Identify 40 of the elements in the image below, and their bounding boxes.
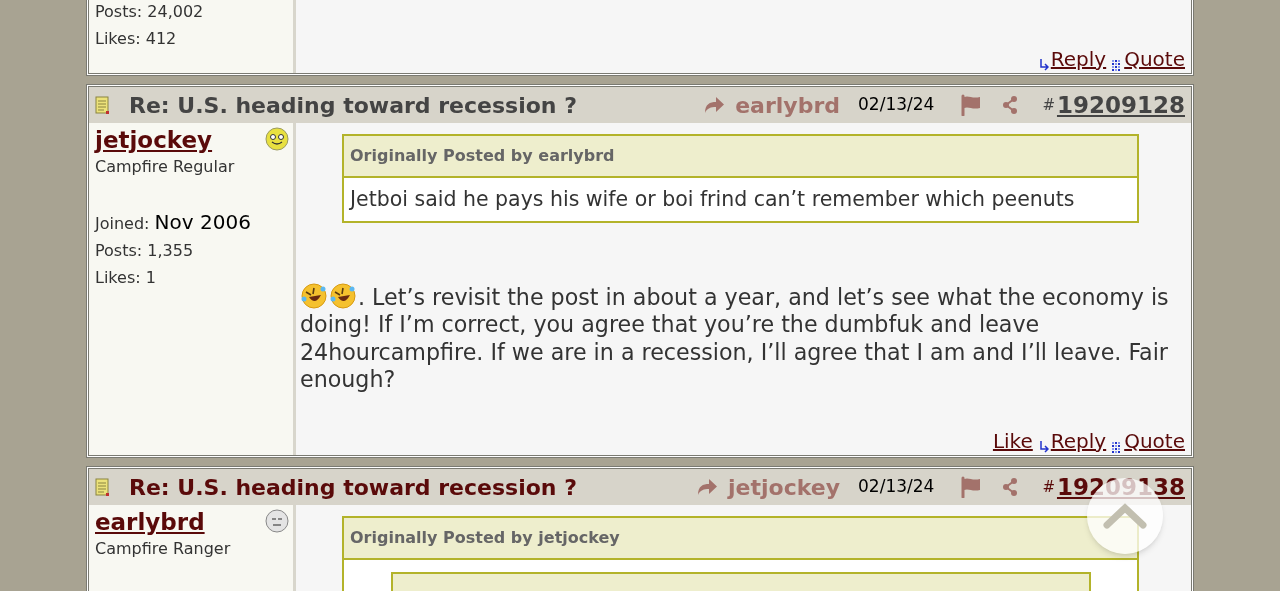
quote-header: Originally Posted by jetjockey — [344, 518, 1137, 560]
username-link[interactable]: earlybrd — [95, 509, 205, 535]
user-stat: Likes: 1 — [95, 267, 157, 289]
user-stat: Posts: 1,355 — [95, 240, 195, 262]
reply-icon — [1038, 57, 1049, 71]
user-rank: Campfire Regular — [95, 156, 236, 178]
chevron-up-icon — [1103, 503, 1147, 529]
reply-arrow-icon — [703, 95, 726, 115]
reply-link[interactable]: Reply — [1050, 429, 1107, 453]
like-link[interactable]: Like — [992, 429, 1033, 453]
post-date: 02/13/24 — [858, 475, 935, 499]
user-stat: Joined: Nov 2006 — [95, 209, 252, 236]
user-stat: Posts: 24,002 — [95, 1, 205, 23]
laughing-emoji-icon — [300, 282, 328, 309]
post-date: 02/13/24 — [858, 93, 935, 117]
hash-sign: # — [1042, 94, 1055, 116]
post-body-text: . Let’s revisit the post in about a year, and let’s see what the economy is doing! If I’m correct, you agree that you’re the dumbfuk and leave 24hourcampfire. If we are in a recession, I’ll agree that I am and I’ll leave. Fair enough? — [300, 282, 1170, 394]
quote-text: Jetboi said he pays his wife or boi frind can’t remember which peenuts — [348, 186, 1076, 213]
document-icon — [95, 96, 109, 114]
share-icon[interactable] — [1002, 96, 1019, 114]
quote-link[interactable]: Quote — [1124, 47, 1185, 71]
post-title[interactable]: Re: U.S. heading toward recession ? — [129, 88, 577, 122]
hash-sign: # — [1042, 476, 1055, 498]
laughing-emoji-icon — [329, 282, 357, 309]
reply-link[interactable]: Reply — [1050, 47, 1107, 71]
share-icon[interactable] — [1002, 478, 1019, 496]
flag-icon[interactable] — [960, 94, 983, 116]
quote-header: Originally Posted by earlybrd — [344, 136, 1137, 178]
quote-icon — [1112, 59, 1123, 71]
user-rank: Campfire Ranger — [95, 538, 232, 560]
user-stat: Likes: 412 — [95, 28, 178, 50]
username-link[interactable]: jetjockey — [95, 127, 213, 153]
quote-icon — [1112, 441, 1123, 453]
post-number[interactable]: 19209128 — [1056, 87, 1185, 123]
document-icon — [95, 478, 109, 496]
quote-link[interactable]: Quote — [1124, 429, 1185, 453]
reply-icon — [1038, 439, 1049, 453]
post-title[interactable]: Re: U.S. heading toward recession ? — [129, 470, 577, 504]
flag-icon[interactable] — [960, 476, 983, 498]
reply-arrow-icon — [696, 477, 719, 497]
